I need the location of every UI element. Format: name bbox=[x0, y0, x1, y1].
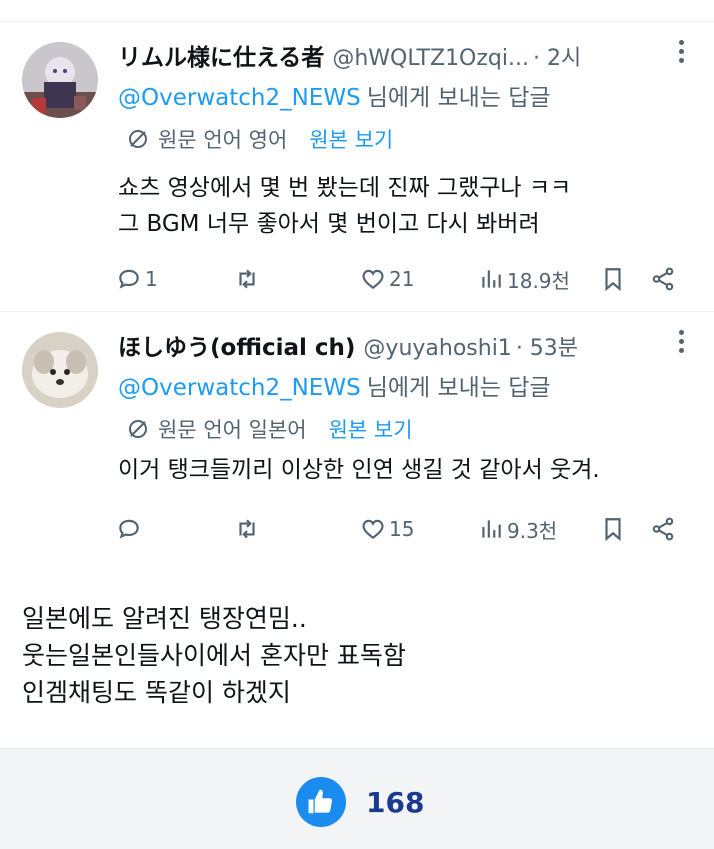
reply-context: @Overwatch2_NEWS 님에게 보내는 답글 bbox=[118, 78, 551, 112]
reply-icon bbox=[119, 519, 139, 539]
comment-line: 일본에도 알려진 탱장연밈.. bbox=[22, 604, 307, 633]
timestamp[interactable]: · 2시 bbox=[533, 40, 581, 72]
views-icon bbox=[482, 520, 501, 538]
heart-icon bbox=[362, 269, 384, 289]
translation-label: 원문 언어 영어 bbox=[158, 128, 288, 152]
display-name[interactable]: ほしゆう(official ch) bbox=[118, 328, 355, 362]
like-button[interactable]: 15 bbox=[360, 512, 414, 546]
avatar[interactable] bbox=[22, 42, 98, 118]
views-icon bbox=[482, 270, 501, 288]
user-handle[interactable]: @yuyahoshi1 bbox=[363, 336, 511, 361]
reply-tweet[interactable]: リムル様に仕える者 @hWQLTZ1Ozqi... · 2시 @Overwatc… bbox=[0, 22, 714, 311]
reply-tweet[interactable]: ほしゆう(official ch) @yuyahoshi1 · 53분 @Ove… bbox=[0, 312, 714, 572]
tweet-text-line: 쇼츠 영상에서 몇 번 봤는데 진짜 그랬구나 ㅋㅋ bbox=[118, 175, 572, 201]
more-options-icon[interactable] bbox=[676, 40, 686, 68]
share-button[interactable] bbox=[650, 262, 676, 296]
retweet-button[interactable] bbox=[234, 512, 263, 546]
recommend-bar: 168 bbox=[0, 748, 714, 849]
mention-link[interactable]: @Overwatch2_NEWS bbox=[118, 85, 361, 111]
recommend-widget: 168 bbox=[296, 777, 424, 827]
reply-suffix: 님에게 보내는 답글 bbox=[366, 375, 551, 401]
tweet-header: リムル様に仕える者 @hWQLTZ1Ozqi... · 2시 bbox=[118, 38, 658, 74]
tweet-text-line: 이거 탱크들끼리 이상한 인연 생길 것 같아서 웃겨. bbox=[118, 457, 600, 483]
timestamp[interactable]: · 53분 bbox=[516, 330, 578, 362]
like-count: 15 bbox=[389, 517, 415, 541]
view-original-link[interactable]: 원본 보기 bbox=[329, 414, 413, 444]
recommend-button[interactable] bbox=[296, 777, 346, 827]
thumbs-up-icon bbox=[308, 789, 333, 814]
reply-button[interactable] bbox=[116, 512, 145, 546]
share-icon bbox=[652, 517, 674, 541]
view-count: 9.3천 bbox=[507, 518, 558, 543]
globe-slash-icon bbox=[129, 130, 147, 148]
translation-info: 원문 언어 일본어 원본 보기 bbox=[126, 414, 413, 444]
more-options-icon[interactable] bbox=[676, 330, 686, 358]
views-button[interactable]: 18.9천 bbox=[478, 262, 570, 296]
bookmark-button[interactable] bbox=[600, 512, 626, 546]
globe-slash-icon bbox=[129, 420, 147, 438]
view-original-link[interactable]: 원본 보기 bbox=[309, 124, 393, 154]
recommend-count: 168 bbox=[366, 785, 425, 819]
bookmark-button[interactable] bbox=[600, 262, 626, 296]
translation-label: 원문 언어 일본어 bbox=[158, 418, 307, 442]
reply-count: 1 bbox=[145, 267, 158, 291]
bookmark-icon bbox=[605, 518, 621, 542]
retweet-icon bbox=[239, 269, 255, 289]
retweet-button[interactable] bbox=[234, 262, 263, 296]
tweet-text: 이거 탱크들끼리 이상한 인연 생길 것 같아서 웃겨. bbox=[118, 452, 600, 488]
reply-suffix: 님에게 보내는 답글 bbox=[366, 85, 551, 111]
translation-info: 원문 언어 영어 원본 보기 bbox=[126, 124, 393, 154]
reply-button[interactable]: 1 bbox=[116, 262, 158, 296]
retweet-icon bbox=[239, 519, 255, 539]
avatar[interactable] bbox=[22, 332, 98, 408]
tweet-actions: 1 21 18.9천 bbox=[116, 262, 686, 296]
view-count: 18.9천 bbox=[507, 268, 570, 293]
user-handle[interactable]: @hWQLTZ1Ozqi... bbox=[332, 46, 529, 71]
post-comment: 일본에도 알려진 탱장연밈.. 웃는일본인들사이에서 혼자만 표독함 인겜채팅도… bbox=[22, 600, 406, 711]
tweet-actions: 15 9.3천 bbox=[116, 512, 686, 546]
like-button[interactable]: 21 bbox=[360, 262, 414, 296]
tweet-text-line: 그 BGM 너무 좋아서 몇 번이고 다시 봐버려 bbox=[118, 211, 540, 237]
mention-link[interactable]: @Overwatch2_NEWS bbox=[118, 375, 361, 401]
bookmark-icon bbox=[605, 268, 621, 292]
tweet-text: 쇼츠 영상에서 몇 번 봤는데 진짜 그랬구나 ㅋㅋ 그 BGM 너무 좋아서 … bbox=[118, 170, 571, 242]
reply-context: @Overwatch2_NEWS 님에게 보내는 답글 bbox=[118, 368, 551, 402]
display-name[interactable]: リムル様に仕える者 bbox=[118, 38, 324, 72]
views-button[interactable]: 9.3천 bbox=[478, 512, 557, 546]
share-icon bbox=[652, 267, 674, 291]
like-count: 21 bbox=[389, 267, 415, 291]
tweet-header: ほしゆう(official ch) @yuyahoshi1 · 53분 bbox=[118, 328, 658, 364]
comment-line: 웃는일본인들사이에서 혼자만 표독함 bbox=[22, 641, 406, 670]
comment-line: 인겜채팅도 똑같이 하겠지 bbox=[22, 678, 291, 707]
reply-icon bbox=[119, 269, 139, 289]
heart-icon bbox=[362, 519, 384, 539]
share-button[interactable] bbox=[650, 512, 676, 546]
